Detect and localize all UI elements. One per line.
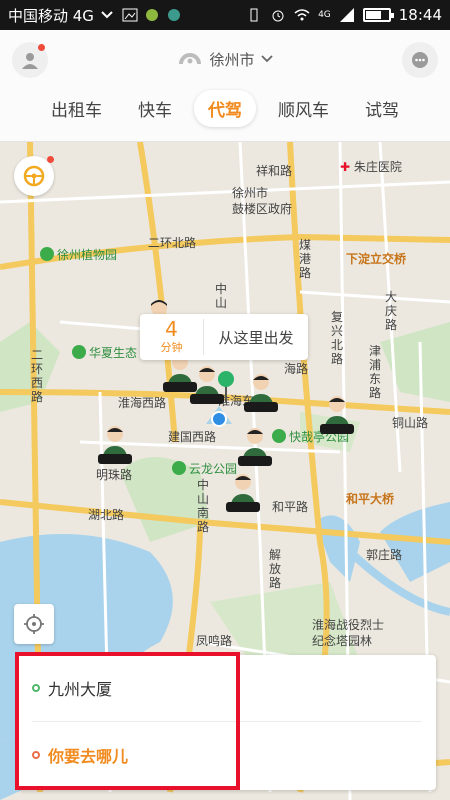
poi-gov: 鼓楼区政府 [232,202,293,216]
road-label: 海路 [284,362,309,376]
poi-huaxia: 华夏生态 [72,344,137,361]
eta-unit: 分钟 [160,341,183,354]
poi-cemetery: 纪念塔园林 [312,634,373,648]
carrier-label: 中国移动 4G [8,6,94,25]
driver-icon [226,474,260,512]
road-label: 煤港路 [298,238,311,280]
road-label: 建国西路 [168,430,217,444]
battery-icon [362,8,394,22]
tab-designated-driver[interactable]: 代驾 [194,90,256,127]
eta-box: 4 分钟 [140,319,204,355]
road-label: 中山 [214,282,227,310]
road-label: 郭庄路 [366,548,403,562]
poi-interchange: 下淀立交桥 [346,252,407,266]
steering-wheel-icon [23,165,45,187]
road-label: 铜山路 [392,416,429,430]
road-label: 复兴北路 [330,310,343,366]
poi-mingzhu: 明珠路 [96,468,133,482]
poi-cemetery: 淮海战役烈士 [312,618,385,632]
road-label: 大庆路 [384,290,397,332]
tab-carpool[interactable]: 顺风车 [264,90,343,127]
poi-gov: 徐州市 [232,186,269,200]
alarm-icon [272,10,284,22]
road-label: 祥和路 [256,164,293,178]
park-icon [40,247,54,261]
road-label: 津浦东路 [368,344,381,400]
poi-heping-bridge: 和平大桥 [346,492,395,506]
road-label: 解放路 [268,548,281,590]
park-icon [272,429,286,443]
clock: 18:44 [398,6,442,24]
wifi-icon [294,9,310,21]
notification-dot [47,156,54,163]
annotation-highlight-box [15,652,240,790]
city-name: 徐州市 [209,50,255,69]
messages-button[interactable] [402,42,438,78]
eta-number: 4 [165,317,178,341]
pickup-bubble[interactable]: 4 分钟 从这里出发 [140,314,308,360]
road-label: 凤鸣路 [196,634,233,648]
app-notify-icon-2 [167,9,180,21]
app-header: 徐州市 出租车 快车 代驾 顺风车 试驾 [0,30,450,142]
road-label: 二环西路 [30,348,43,404]
crosshair-icon [24,614,44,634]
pickup-prompt: 从这里出发 [218,328,294,347]
chevron-down-icon [260,55,273,63]
tab-taxi[interactable]: 出租车 [37,90,116,127]
driver-icon [244,374,278,412]
road-label: 二环北路 [148,236,197,250]
poi-hospital: ✚ 朱庄医院 [340,160,402,174]
didi-logo-icon [179,53,202,65]
message-icon [412,52,428,68]
road-label: 中山南路 [196,478,209,534]
network-type: 4G [318,10,331,20]
service-tabs: 出租车 快车 代驾 顺风车 试驾 [0,90,450,127]
road-label: 湖北路 [88,508,125,522]
tab-express[interactable]: 快车 [124,90,186,127]
driver-icon [98,426,132,464]
status-bar: 中国移动 4G 4G 18:44 [0,0,450,30]
steering-wheel-button[interactable] [14,156,54,196]
road-label: 和平路 [272,500,309,514]
tab-test-drive[interactable]: 试驾 [351,90,413,127]
locate-button[interactable] [14,604,54,644]
driver-icon [320,396,354,434]
poi-botanical: 徐州植物园 [40,246,117,263]
app-notify-icon [145,9,158,21]
park-icon [172,461,186,475]
image-icon [122,8,138,22]
park-icon [72,345,86,359]
my-location-icon [206,406,232,427]
road-label: 淮海西路 [118,396,167,410]
pickup-pin-icon[interactable] [216,370,236,402]
vibrate-icon [250,8,258,22]
city-selector[interactable]: 徐州市 [0,48,450,70]
driver-icon [238,428,272,466]
signal-icon [339,8,354,22]
missed-call-icon [101,11,113,19]
